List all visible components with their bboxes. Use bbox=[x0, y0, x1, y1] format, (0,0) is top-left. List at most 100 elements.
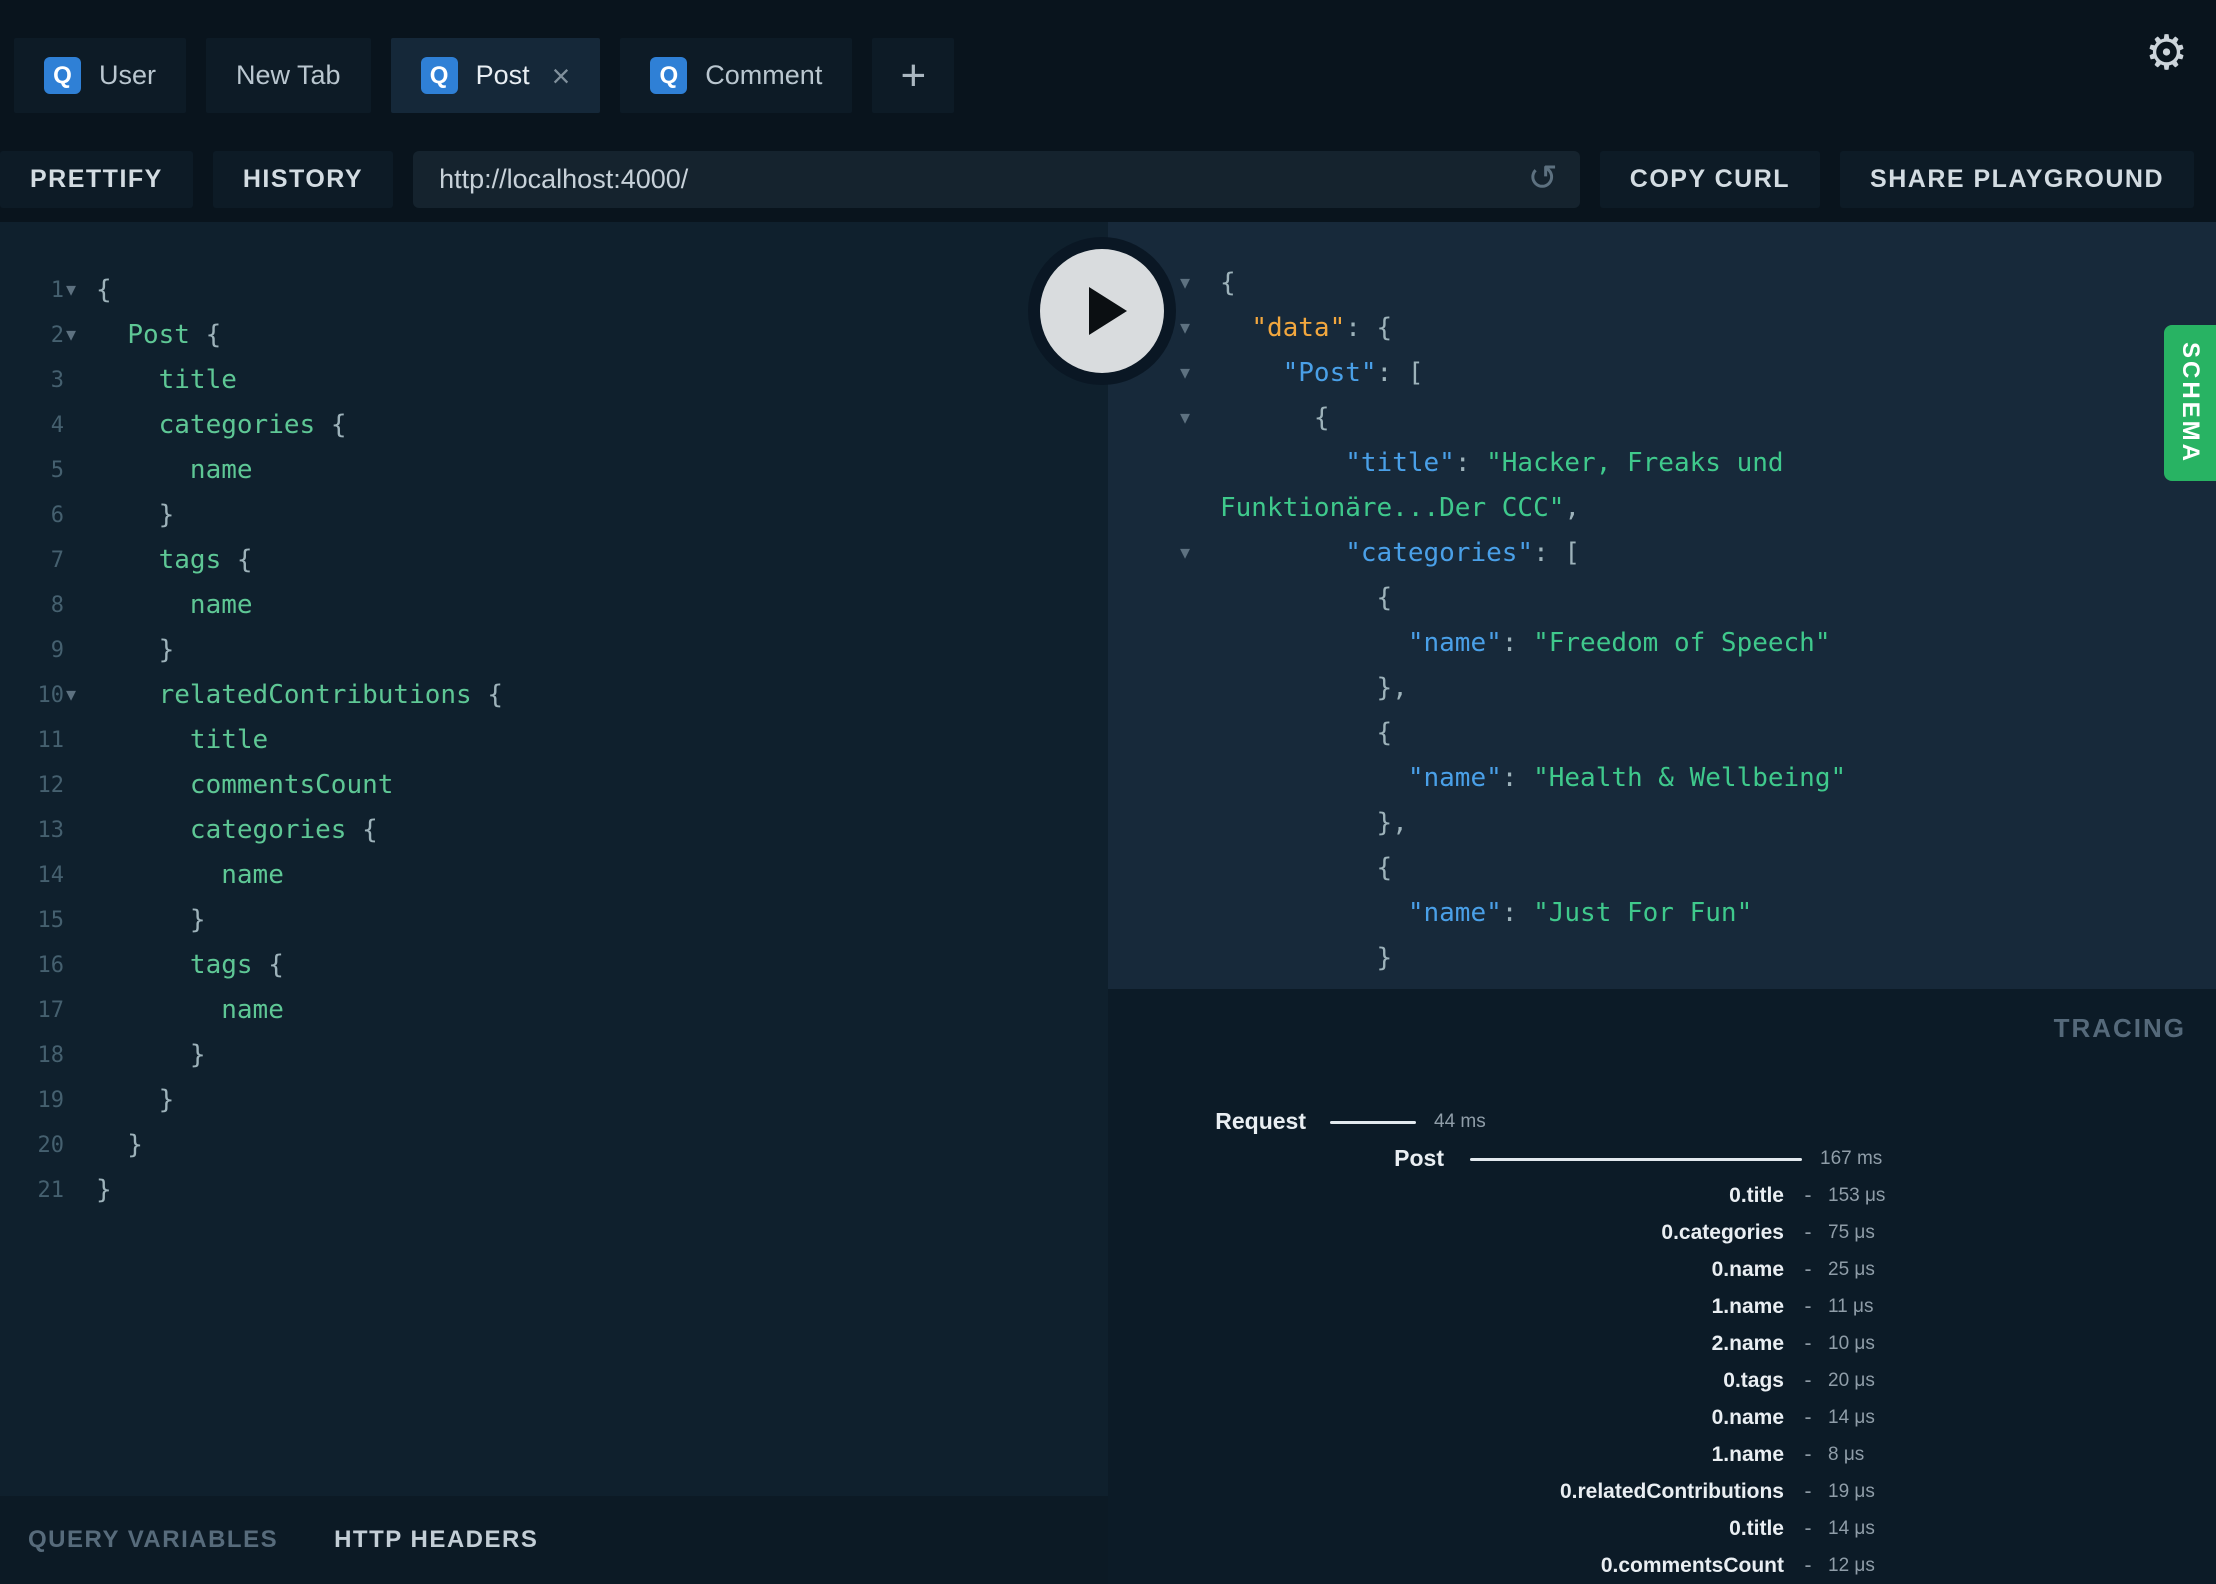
line-number: 3 bbox=[50, 368, 64, 393]
fold-arrow-icon[interactable]: ▾ bbox=[66, 268, 76, 313]
tab-user[interactable]: Q User bbox=[14, 38, 187, 113]
line-gutter: 15 bbox=[0, 898, 96, 943]
response-lines: ▾{▾ "data": {▾ "Post": [▾ { "title": "Ha… bbox=[1108, 261, 2216, 989]
fold-gutter-spacer bbox=[1180, 891, 1220, 936]
fold-arrow-icon[interactable]: ▾ bbox=[1180, 306, 1220, 351]
tab-new-tab[interactable]: New Tab bbox=[206, 38, 371, 113]
fold-gutter-spacer bbox=[1180, 756, 1220, 801]
line-number: 16 bbox=[37, 953, 65, 978]
fold-gutter-spacer bbox=[1180, 981, 1220, 989]
query-line: 11 title bbox=[0, 718, 1108, 763]
tracing-duration-text: 153 μs bbox=[1828, 1185, 1886, 1206]
line-number: 4 bbox=[50, 413, 64, 438]
fold-arrow-icon[interactable]: ▾ bbox=[66, 313, 76, 358]
prettify-button[interactable]: PRETTIFY bbox=[0, 151, 193, 208]
response-code: Funktionäre...Der CCC", bbox=[1220, 486, 1580, 531]
fold-gutter-spacer bbox=[1180, 576, 1220, 621]
line-gutter: 16 bbox=[0, 943, 96, 988]
tab-comment[interactable]: Q Comment bbox=[620, 38, 853, 113]
add-tab-button[interactable]: + bbox=[872, 38, 955, 113]
query-line: 14 name bbox=[0, 853, 1108, 898]
line-gutter: 1 ▾ bbox=[0, 268, 96, 313]
code-token: "Freedom of Speech" bbox=[1533, 628, 1831, 658]
response-line: ▾ "data": { bbox=[1108, 306, 2216, 351]
reload-icon[interactable]: ↺ bbox=[1528, 157, 1558, 199]
query-line: 5 name bbox=[0, 448, 1108, 493]
query-code: Post { bbox=[96, 313, 221, 358]
copy-curl-button[interactable]: COPY CURL bbox=[1599, 151, 1821, 208]
fold-gutter-spacer bbox=[1180, 846, 1220, 891]
code-token: name bbox=[189, 455, 253, 485]
endpoint-url-input[interactable] bbox=[413, 151, 1580, 208]
http-headers-tab[interactable]: HTTP HEADERS bbox=[334, 1526, 538, 1554]
response-line: "name": "Freedom of Speech" bbox=[1108, 621, 2216, 666]
tracing-rows: Request 44 ms Post 167 ms 0.title -153 μs 0.ca… bbox=[1108, 1103, 2216, 1584]
code-token: } bbox=[96, 1130, 143, 1160]
tracing-resolver-label: Post bbox=[1394, 1145, 1444, 1171]
code-token: { bbox=[471, 680, 504, 710]
line-number: 17 bbox=[37, 998, 65, 1023]
tracing-duration-text: 14 μs bbox=[1828, 1407, 1875, 1428]
line-gutter: 11 bbox=[0, 718, 96, 763]
query-line: 9 } bbox=[0, 628, 1108, 673]
code-token: } bbox=[1220, 943, 1393, 973]
line-number: 10 bbox=[37, 683, 65, 708]
right-pane: ▾{▾ "data": {▾ "Post": [▾ { "title": "Ha… bbox=[1108, 222, 2216, 1584]
line-gutter: 8 bbox=[0, 583, 96, 628]
tracing-row: 0.title -14 μs bbox=[1108, 1510, 2216, 1547]
line-number: 1 bbox=[50, 278, 64, 303]
response-code: "name": "Just For Fun" bbox=[1220, 891, 1752, 936]
fold-arrow-icon[interactable]: ▾ bbox=[1180, 531, 1220, 576]
fold-arrow-icon[interactable]: ▾ bbox=[1180, 351, 1220, 396]
tracing-duration-text: 75 μs bbox=[1828, 1222, 1875, 1243]
response-line: "name": "Health & Wellbeing" bbox=[1108, 756, 2216, 801]
code-token: "Post" bbox=[1282, 358, 1377, 388]
tracing-dash: - bbox=[1804, 1517, 1812, 1540]
line-number: 11 bbox=[37, 728, 65, 753]
fold-arrow-icon[interactable]: ▾ bbox=[1180, 396, 1220, 441]
tracing-duration-text: 10 μs bbox=[1828, 1333, 1875, 1354]
line-gutter: 14 bbox=[0, 853, 96, 898]
fold-gutter-spacer bbox=[1180, 441, 1220, 486]
execute-query-button[interactable] bbox=[1040, 249, 1164, 373]
line-number: 18 bbox=[37, 1043, 65, 1068]
share-playground-button[interactable]: SHARE PLAYGROUND bbox=[1840, 151, 2194, 208]
response-code: } bbox=[1220, 936, 1393, 981]
line-gutter: 4 bbox=[0, 403, 96, 448]
query-code: commentsCount bbox=[96, 763, 394, 808]
line-gutter: 13 bbox=[0, 808, 96, 853]
response-code: { bbox=[1220, 711, 1393, 756]
query-line: 4 categories { bbox=[0, 403, 1108, 448]
line-gutter: 19 bbox=[0, 1078, 96, 1123]
response-code: }, bbox=[1220, 666, 1408, 711]
response-line: { bbox=[1108, 711, 2216, 756]
line-gutter: 18 bbox=[0, 1033, 96, 1078]
response-line: { bbox=[1108, 846, 2216, 891]
settings-gear-icon[interactable]: ⚙ bbox=[2145, 30, 2188, 78]
fold-arrow-icon[interactable]: ▾ bbox=[1180, 261, 1220, 306]
query-variables-tab[interactable]: QUERY VARIABLES bbox=[28, 1526, 278, 1554]
schema-side-tab[interactable]: SCHEMA bbox=[2164, 325, 2216, 481]
code-token: }, bbox=[1220, 808, 1408, 838]
tracing-row: 0.categories -75 μs bbox=[1108, 1214, 2216, 1251]
fold-arrow-icon[interactable]: ▾ bbox=[66, 673, 76, 718]
tracing-resolver-label: 2.name bbox=[1711, 1332, 1784, 1355]
query-code: } bbox=[96, 493, 175, 538]
tracing-row: 0.name -14 μs bbox=[1108, 1399, 2216, 1436]
tracing-duration-text: 12 μs bbox=[1828, 1555, 1875, 1576]
history-button[interactable]: HISTORY bbox=[212, 151, 394, 208]
tracing-row: 0.relatedContributions -19 μs bbox=[1108, 1473, 2216, 1510]
code-token: , bbox=[1564, 493, 1581, 523]
query-editor[interactable]: 1 ▾{2 ▾ Post {3 title 4 categories {5 name 6… bbox=[0, 222, 1108, 1496]
tab-post[interactable]: Q Post × bbox=[390, 38, 601, 113]
response-code: "name": "Freedom of Speech" bbox=[1220, 621, 1831, 666]
endpoint-url-wrapper: ↺ bbox=[413, 151, 1580, 208]
response-line: } bbox=[1108, 936, 2216, 981]
query-code: } bbox=[96, 1123, 143, 1168]
close-tab-icon[interactable]: × bbox=[552, 60, 571, 92]
